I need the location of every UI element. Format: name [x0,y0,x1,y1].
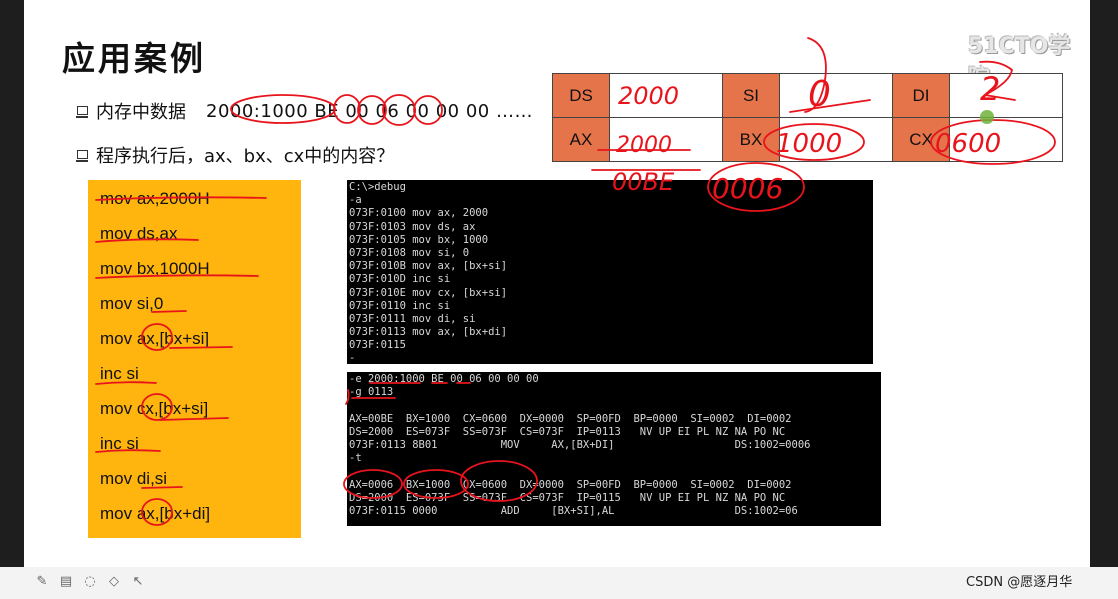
code-line: inc si [100,364,139,383]
register-value [779,117,893,162]
bullet-memory: 内存中数据 2000:1000 BE 00 06 00 00 00 …… [76,98,533,124]
console-line: 073F:010B mov ax, [bx+si] [349,260,508,273]
console-line: 073F:0111 mov di, si [349,312,476,325]
debug-console-trace: -e 2000:1000 BE 00 06 00 00 00 -g 0113 A… [347,372,881,526]
slide-title: 应用案例 [62,39,206,78]
register-value [949,73,1063,118]
memory-data-text: 2000:1000 BE 00 06 00 00 00 …… [206,100,533,122]
register-value [779,73,893,118]
register-name: DI [892,73,950,118]
console-line: 073F:0108 mov si, 0 [349,246,470,259]
code-line: mov ds,ax [100,224,178,243]
console-line: - [349,352,356,364]
console-line: 073F:010E mov cx, [bx+si] [349,286,508,299]
console-line: 073F:0113 mov ax, [bx+di] [349,326,508,339]
register-value [609,73,723,118]
console-line: 073F:0115 0000 ADD [BX+SI],AL DS:1002=06 [349,504,798,517]
lasso-icon[interactable]: ◌ [82,574,98,590]
console-line: -g 0113 [349,386,394,399]
console-line: 073F:0113 8B01 MOV AX,[BX+DI] DS:1002=00… [349,438,811,451]
presentation-toolbar [0,567,1118,599]
register-name: BX [722,117,780,162]
slide: 应用案例 51CTO学院 内存中数据 2000:1000 BE 00 06 00… [24,0,1090,567]
console-line: 073F:0105 mov bx, 1000 [349,233,489,246]
register-value [949,117,1063,162]
eraser-icon[interactable]: ◇ [106,574,122,590]
code-line: mov ax,[bx+si] [100,329,210,348]
slides-icon[interactable]: ▤ [58,574,74,590]
bullet-question-label: 程序执行后，ax、bx、cx中的内容？ [96,146,395,167]
code-line: mov cx,[bx+si] [100,399,209,418]
console-line: AX=0006 BX=1000 CX=0600 DX=0000 SP=00FD … [349,478,792,491]
console-line: 073F:0115 [349,339,406,352]
console-line: 073F:0110 inc si [349,299,451,312]
console-line: -t [349,452,362,465]
footer-credit: CSDN @愿逐月华 [966,575,1073,590]
console-line: 073F:0103 mov ds, ax [349,220,476,233]
console-line: 073F:0100 mov ax, 2000 [349,207,489,220]
register-name: AX [552,117,610,162]
register-name: SI [722,73,780,118]
code-line: mov di,si [100,469,168,488]
register-table: DS SI DI AX BX CX [552,73,1063,162]
code-line: mov ax,2000H [100,189,210,208]
debug-console-assemble: C:\>debug -a 073F:0100 mov ax, 2000 073F… [347,180,873,364]
bullet-question: 程序执行后，ax、bx、cx中的内容？ [76,142,394,168]
code-listing: mov ax,2000H mov ds,ax mov bx,1000H mov … [88,180,301,538]
console-line: C:\>debug [349,181,406,193]
console-line: DS=2000 ES=073F SS=073F CS=073F IP=0113 … [349,425,786,438]
laptop-bullet-icon [76,105,88,118]
bullet-memory-label: 内存中数据 [96,102,186,123]
console-line: 073F:010D inc si [349,273,451,286]
code-line: mov ax,[bx+di] [100,504,211,523]
register-name: DS [552,73,610,118]
console-line: AX=00BE BX=1000 CX=0600 DX=0000 SP=00FD … [349,412,792,425]
code-line: inc si [100,434,139,453]
code-line: mov bx,1000H [100,259,210,278]
register-value [609,117,723,162]
pointer-icon[interactable]: ↖ [130,574,146,590]
register-name: CX [892,117,950,162]
laptop-bullet-icon [76,149,88,162]
console-line: -a [349,194,362,207]
pen-icon[interactable]: ✎ [34,574,50,590]
console-line: DS=2000 ES=073F SS=073F CS=073F IP=0115 … [349,491,786,504]
code-line: mov si,0 [100,294,164,313]
console-line: -e 2000:1000 BE 00 06 00 00 00 [349,373,539,385]
